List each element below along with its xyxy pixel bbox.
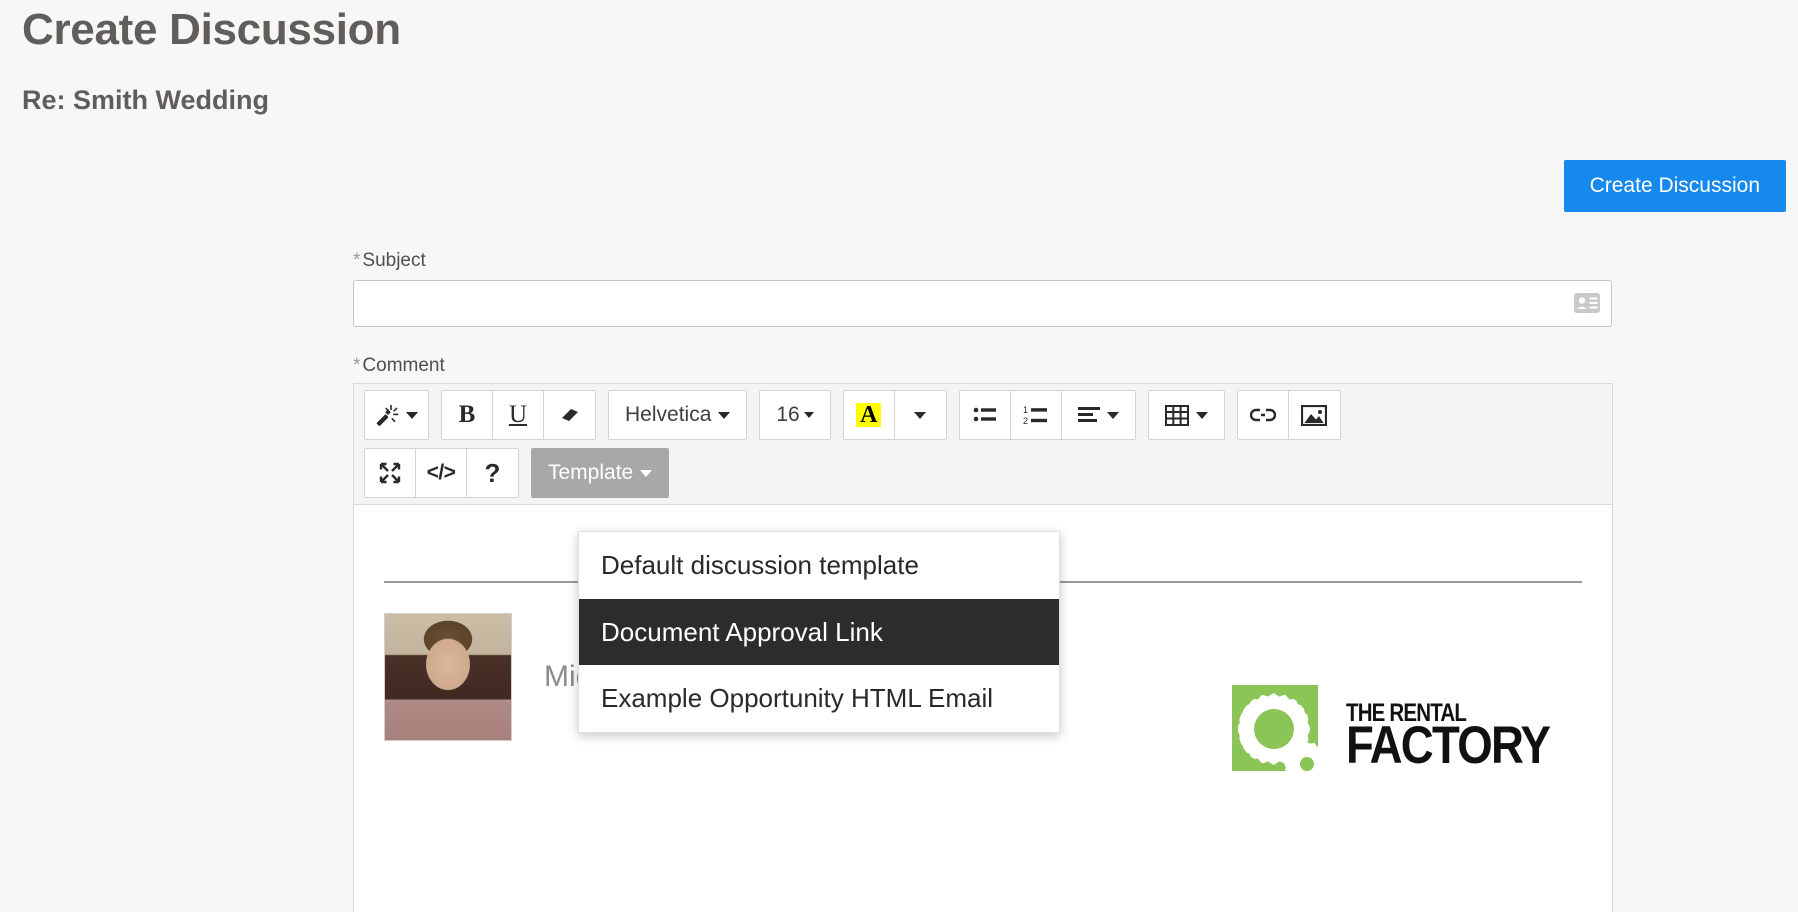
toolbar-row-1: B U Helvetica 16 A 1 2 — [364, 390, 1606, 440]
chevron-down-icon — [640, 469, 653, 477]
code-icon[interactable]: </> — [416, 449, 467, 497]
link-icon[interactable] — [1237, 391, 1289, 439]
create-discussion-page: Create Discussion Re: Smith Wedding Crea… — [0, 0, 1798, 912]
numbered-list-icon[interactable]: 1 2 — [1010, 391, 1062, 439]
font-size-select[interactable]: 16 — [760, 391, 830, 439]
chevron-down-icon — [803, 412, 814, 418]
template-menu-item-default[interactable]: Default discussion template — [579, 532, 1059, 599]
required-asterisk: * — [353, 250, 361, 271]
toolbar-group-table — [1147, 390, 1225, 440]
chevron-down-icon — [718, 411, 731, 419]
chevron-down-icon — [914, 411, 927, 419]
bulleted-list-icon[interactable] — [959, 391, 1011, 439]
font-family-select[interactable]: Helvetica — [609, 391, 747, 439]
page-title: Create Discussion — [22, 5, 401, 54]
subject-label: * Subject — [353, 250, 1613, 273]
bold-icon[interactable]: B — [442, 391, 493, 439]
toolbar-row-2: </> ? Template — [364, 448, 1606, 498]
question-mark-icon[interactable]: ? — [467, 449, 518, 497]
magic-wand-icon[interactable] — [365, 391, 428, 439]
chevron-down-icon — [1195, 411, 1208, 419]
gear-small-hole — [1299, 757, 1314, 771]
underline-icon[interactable]: U — [493, 391, 544, 439]
toolbar-group-font-size: 16 — [759, 390, 831, 440]
subject-label-text: Subject — [362, 250, 426, 271]
template-button[interactable]: Template — [532, 449, 669, 497]
toolbar-group-lists: 1 2 — [958, 390, 1136, 440]
toolbar-group-format — [364, 390, 429, 440]
editor-toolbar: B U Helvetica 16 A 1 2 </> ? Template — [354, 384, 1612, 505]
expand-arrows-icon[interactable] — [365, 449, 416, 497]
contact-card-icon[interactable] — [1574, 293, 1600, 314]
template-dropdown-menu: Default discussion template Document App… — [578, 531, 1060, 733]
toolbar-group-template: Template — [531, 448, 670, 498]
svg-text:2: 2 — [1023, 416, 1028, 426]
eraser-icon[interactable] — [544, 391, 595, 439]
text-color-menu-button[interactable] — [894, 391, 946, 439]
discussion-form: * Subject * Comment — [353, 250, 1613, 385]
subject-input[interactable] — [353, 279, 1612, 327]
toolbar-group-tools: </> ? — [364, 448, 519, 498]
page-subtitle: Re: Smith Wedding — [22, 85, 269, 115]
comment-label: * Comment — [353, 355, 1613, 378]
profile-photo — [384, 613, 512, 741]
gear-large-hole — [1253, 709, 1294, 749]
chevron-down-icon — [406, 411, 418, 419]
company-logo: THE RENTAL FACTORY — [1231, 685, 1582, 785]
svg-text:1: 1 — [1023, 405, 1028, 415]
create-discussion-button[interactable]: Create Discussion — [1563, 160, 1786, 212]
logo-line-2: FACTORY — [1345, 715, 1551, 775]
toolbar-group-text-color: A — [842, 390, 947, 440]
table-icon[interactable] — [1148, 391, 1224, 439]
toolbar-group-insert — [1236, 390, 1341, 440]
logo-wordmark: THE RENTAL FACTORY — [1345, 701, 1582, 775]
template-menu-item-document-approval-link[interactable]: Document Approval Link — [579, 598, 1059, 665]
align-left-icon[interactable] — [1061, 391, 1135, 439]
subject-field-wrapper — [353, 279, 1612, 327]
toolbar-group-font-family: Helvetica — [608, 390, 748, 440]
required-asterisk: * — [353, 354, 361, 376]
toolbar-group-text-style: B U — [441, 390, 596, 440]
image-icon[interactable] — [1288, 391, 1340, 439]
gear-logo-icon — [1231, 685, 1332, 785]
chevron-down-icon — [1106, 411, 1119, 419]
comment-label-text: Comment — [362, 354, 445, 376]
text-color-button[interactable]: A — [843, 391, 895, 439]
template-menu-item-example-opportunity-html-email[interactable]: Example Opportunity HTML Email — [579, 665, 1059, 732]
